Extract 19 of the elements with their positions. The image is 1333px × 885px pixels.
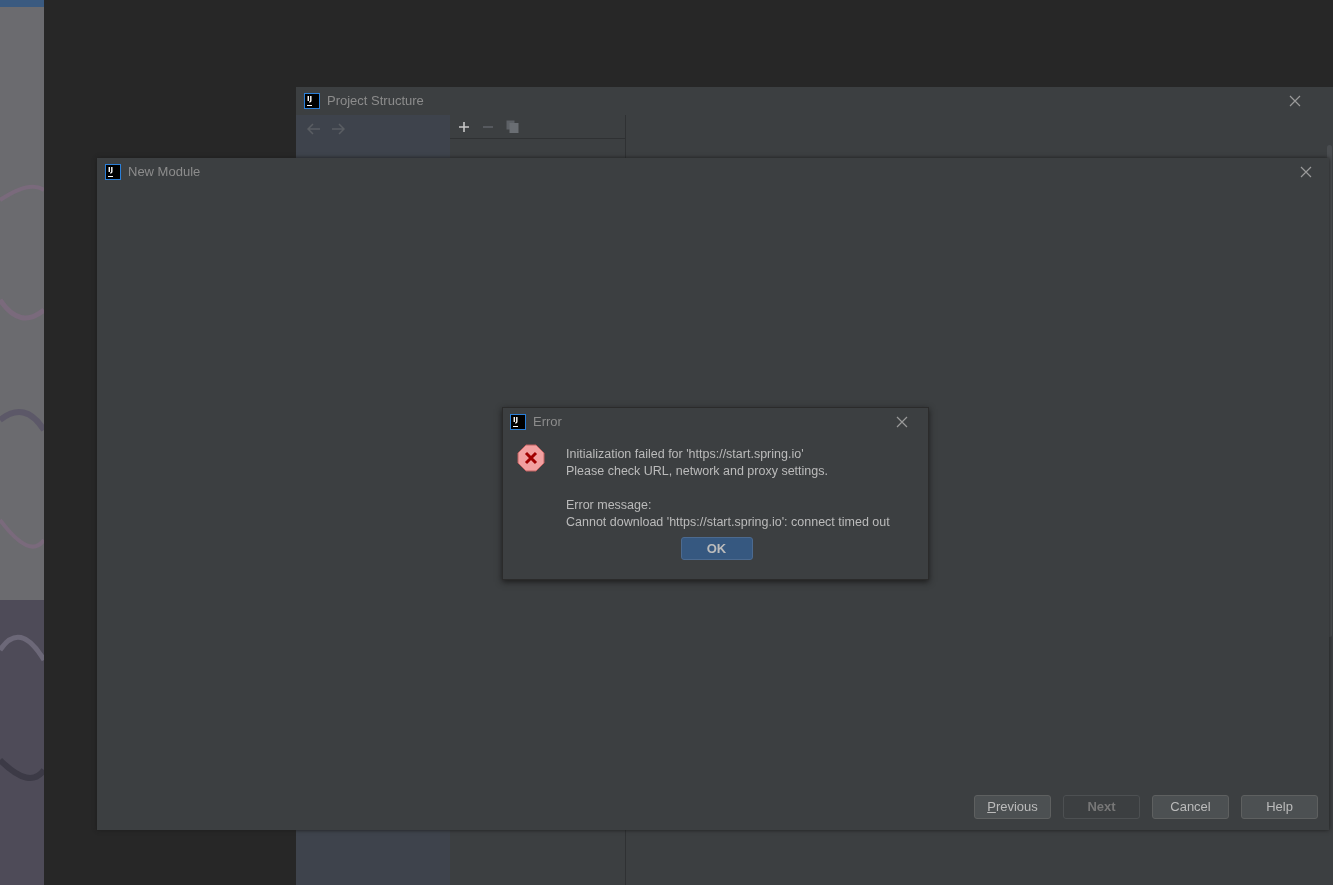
error-icon <box>517 444 545 472</box>
dialog-button[interactable]: Help <box>1241 795 1318 819</box>
error-text: Initialization failed for 'https://start.spring.io' <box>566 446 805 463</box>
error-text: Please check URL, network and proxy settings. <box>566 463 829 480</box>
dialog-title: Error <box>533 413 562 432</box>
copy-icon[interactable] <box>506 120 519 133</box>
plus-icon[interactable] <box>458 120 470 133</box>
error-text: Error message: <box>566 497 653 514</box>
dialog-button[interactable]: Cancel <box>1152 795 1229 819</box>
error-text: Cannot download 'https://start.spring.io': connect timed out <box>566 514 890 531</box>
dialog-button[interactable]: Previous <box>974 795 1051 819</box>
forward-arrow-icon[interactable] <box>331 123 345 135</box>
close-icon[interactable] <box>1300 166 1312 178</box>
back-arrow-icon[interactable] <box>307 123 321 135</box>
window-title: Project Structure <box>327 92 424 111</box>
close-icon[interactable] <box>1289 95 1301 107</box>
close-icon[interactable] <box>896 416 908 428</box>
ok-button[interactable]: OK <box>680 537 753 560</box>
window-title: New Module <box>128 163 201 182</box>
